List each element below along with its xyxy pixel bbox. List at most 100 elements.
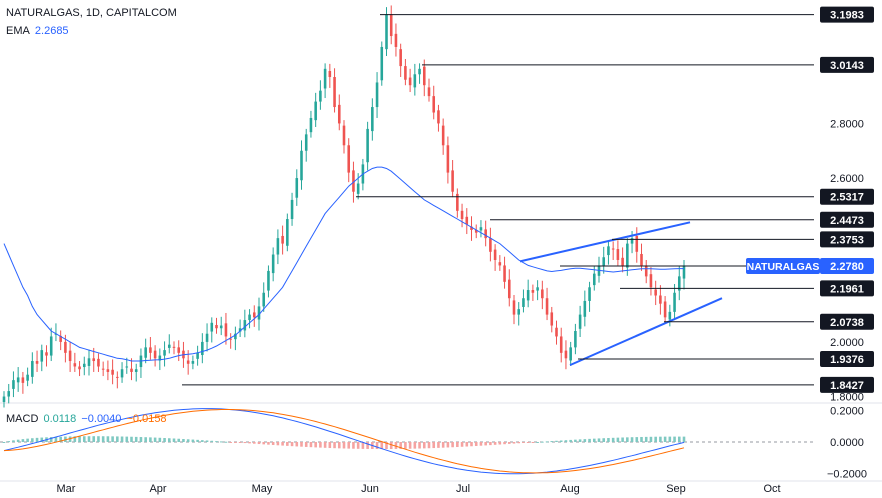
candle-body	[26, 374, 29, 381]
macd-histogram-bar	[219, 441, 223, 443]
candle-body	[205, 333, 209, 342]
macd-histogram-bar	[120, 436, 124, 442]
ema-line	[3, 166, 684, 362]
candle-body	[116, 376, 119, 378]
macd-legend: MACD 0.0118 −0.0040 −0.0158	[6, 413, 169, 425]
candle-body	[314, 101, 317, 121]
candle-body	[569, 347, 572, 361]
macd-histogram-bar	[144, 437, 147, 442]
macd-histogram-bar	[215, 441, 218, 443]
candle-body	[252, 312, 256, 318]
candle-body	[536, 287, 539, 291]
candle-body	[640, 253, 643, 266]
candle-body	[215, 324, 218, 329]
macd-signal-value: −0.0040	[81, 413, 122, 425]
time-axis-tick: Oct	[763, 483, 780, 495]
candle-body	[276, 238, 280, 255]
macd-histogram-bar	[205, 440, 209, 442]
macd-histogram-bar	[574, 439, 577, 442]
candle-body	[64, 341, 67, 353]
macd-histogram-bar	[673, 436, 676, 442]
macd-histogram-bar	[630, 437, 634, 442]
macd-histogram-bar	[531, 442, 535, 443]
macd-histogram-bar	[300, 442, 303, 447]
macd-histogram-bar	[286, 442, 289, 446]
candle-body	[389, 14, 393, 37]
macd-histogram-bar	[16, 439, 20, 442]
candle-body	[106, 369, 110, 372]
candle-body	[2, 396, 6, 402]
level-tag-label: 2.0738	[830, 317, 864, 329]
macd-histogram-bar	[26, 438, 29, 442]
price-axis-tick: 2.8000	[830, 118, 864, 130]
candle-body	[673, 292, 676, 312]
candle-body	[120, 369, 124, 378]
candle-body	[196, 352, 199, 359]
candle-body	[545, 298, 549, 315]
level-tag-label: 1.9376	[830, 354, 864, 366]
macd-histogram-bar	[503, 442, 506, 445]
level-tag-label: 2.3753	[830, 234, 864, 246]
macd-label: MACD	[6, 413, 39, 425]
candle-body	[644, 265, 648, 277]
macd-histogram-bar	[35, 437, 39, 442]
macd-histogram-bar	[649, 436, 653, 442]
candle-body	[446, 145, 450, 173]
macd-histogram-bar	[276, 442, 280, 446]
candle-body	[163, 350, 166, 356]
macd-histogram-bar	[522, 442, 525, 443]
macd-histogram-bar	[470, 442, 473, 447]
macd-histogram-bar	[342, 442, 346, 449]
candle-body	[654, 289, 657, 296]
macd-histogram-bar	[512, 442, 516, 444]
candle-body	[300, 150, 303, 181]
candle-body	[87, 358, 91, 366]
macd-histogram-bar	[654, 436, 657, 442]
candle-body	[333, 77, 336, 108]
macd-histogram-bar	[465, 442, 469, 447]
macd-histogram-bar	[134, 436, 138, 442]
macd-histogram-bar	[493, 442, 497, 445]
candle-body	[588, 287, 591, 301]
candle-body	[219, 325, 223, 329]
candle-body	[550, 312, 554, 326]
candle-body	[144, 347, 147, 358]
candle-body	[309, 117, 313, 133]
candle-body	[460, 210, 464, 220]
macd-histogram-bar	[201, 440, 204, 442]
candle-body	[12, 380, 15, 389]
macd-histogram-bar	[446, 442, 450, 448]
candle-body	[125, 366, 129, 368]
macd-histogram-bar	[536, 441, 539, 443]
macd-histogram-bar	[295, 442, 299, 447]
macd-histogram-bar	[196, 439, 199, 442]
candle-body	[611, 248, 615, 250]
candle-body	[555, 327, 558, 337]
candle-body	[130, 368, 133, 372]
candle-body	[31, 361, 34, 377]
candle-body	[271, 254, 275, 274]
candle-body	[489, 238, 492, 252]
candle-body	[210, 322, 214, 332]
macd-histogram-bar	[592, 438, 596, 442]
candle-body	[507, 279, 511, 299]
macd-histogram-bar	[92, 436, 96, 442]
macd-histogram-bar	[323, 442, 327, 448]
macd-value: 0.0118	[43, 413, 77, 425]
macd-histogram-bar	[356, 442, 360, 449]
candle-body	[408, 77, 412, 86]
macd-histogram-bar	[314, 442, 317, 448]
candle-body	[399, 49, 402, 67]
candle-body	[659, 295, 662, 304]
candle-body	[578, 314, 582, 329]
candle-body	[224, 323, 228, 337]
macd-histogram-bar	[456, 442, 459, 448]
price-axis-tick: 2.6000	[830, 173, 864, 185]
candle-body	[49, 336, 53, 356]
macd-histogram-bar	[130, 436, 133, 442]
candle-body	[40, 350, 44, 362]
candle-body	[92, 358, 96, 362]
macd-histogram-bar	[116, 436, 119, 442]
candle-body	[531, 290, 535, 293]
macd-histogram-bar	[413, 442, 417, 449]
